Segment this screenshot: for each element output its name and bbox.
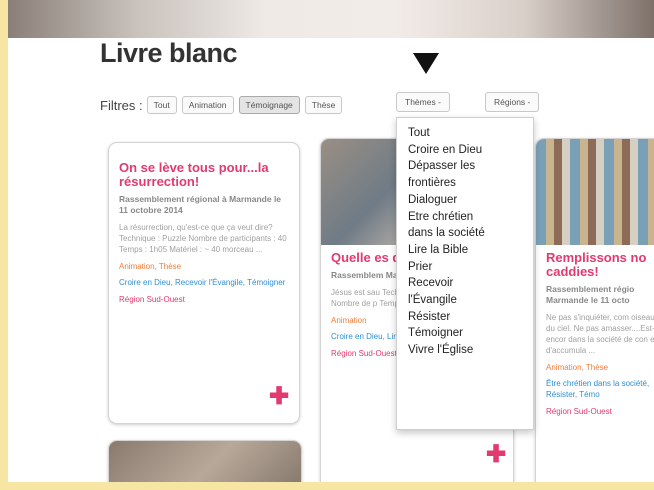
menu-item-recevoir-levangile[interactable]: Recevoir: [397, 275, 533, 292]
menu-item-depasser-les-frontieres[interactable]: Dépasser les: [397, 158, 533, 175]
menu-item-temoigner[interactable]: Témoigner: [397, 325, 533, 342]
card-photo: [109, 441, 301, 482]
card-tags[interactable]: Être chrétien dans la société, Résister,…: [546, 378, 654, 400]
plus-icon[interactable]: ✚: [486, 443, 506, 467]
menu-item-prier[interactable]: Prier: [397, 259, 533, 276]
menu-item-etre-chretien[interactable]: dans la société: [397, 225, 533, 242]
page-frame: Livre blanc Filtres : Tout Animation Tém…: [8, 0, 654, 482]
themes-dropdown-menu: Tout Croire en Dieu Dépasser les frontiè…: [396, 117, 534, 430]
card-categories[interactable]: Animation, Thèse: [119, 262, 289, 271]
plus-icon[interactable]: ✚: [269, 385, 289, 409]
card-description: La résurrection, qu'est-ce que ça veut d…: [119, 223, 287, 254]
article-card[interactable]: On se lève tous pour...la résurrection! …: [108, 142, 300, 424]
regions-dropdown-button[interactable]: Régions -: [485, 92, 540, 112]
pointer-arrow-icon: [413, 53, 439, 74]
menu-item-resister[interactable]: Résister: [397, 309, 533, 326]
filters-bar: Filtres : Tout Animation Témoignage Thès…: [100, 94, 347, 116]
menu-item-etre-chretien[interactable]: Etre chrétien: [397, 209, 533, 226]
card-categories[interactable]: Animation, Thèse: [546, 363, 654, 372]
card-meta: Rassemblement régio Marmande le 11 octo: [546, 284, 635, 305]
menu-item-lire-la-bible[interactable]: Lire la Bible: [397, 242, 533, 259]
filters-label: Filtres :: [100, 97, 143, 113]
card-tags[interactable]: Croire en Dieu, Recevoir l'Évangile, Tém…: [119, 277, 289, 288]
page-title: Livre blanc: [100, 38, 238, 68]
menu-item-vivre-leglise[interactable]: Vivre l'Église: [397, 342, 533, 359]
menu-item-dialoguer[interactable]: Dialoguer: [397, 192, 533, 209]
filter-button-temoignage[interactable]: Témoignage: [238, 96, 300, 114]
card-photo: [536, 139, 654, 245]
article-card[interactable]: [108, 440, 302, 482]
filter-button-these[interactable]: Thèse: [304, 96, 343, 114]
card-title[interactable]: Remplissons no caddies!: [546, 251, 654, 279]
card-description: Ne pas s'inquiéter, com oiseaux du ciel.…: [546, 313, 654, 355]
card-title[interactable]: On se lève tous pour...la résurrection!: [119, 161, 289, 189]
menu-item-depasser-les-frontieres[interactable]: frontières: [397, 175, 533, 192]
article-card[interactable]: Remplissons no caddies! Rassemblement ré…: [535, 138, 654, 482]
card-region[interactable]: Région Sud-Ouest: [546, 407, 654, 416]
menu-item-recevoir-levangile[interactable]: l'Évangile: [397, 292, 533, 309]
themes-dropdown-button[interactable]: Thèmes -: [396, 92, 450, 112]
menu-item-croire-en-dieu[interactable]: Croire en Dieu: [397, 142, 533, 159]
filter-button-tout[interactable]: Tout: [146, 96, 177, 114]
card-meta: Rassemblement régional à Marmande le 11 …: [119, 194, 282, 215]
filter-button-animation[interactable]: Animation: [181, 96, 234, 114]
menu-item-tout[interactable]: Tout: [397, 125, 533, 142]
header-banner-image: [8, 0, 654, 38]
card-region[interactable]: Région Sud-Ouest: [119, 295, 289, 304]
